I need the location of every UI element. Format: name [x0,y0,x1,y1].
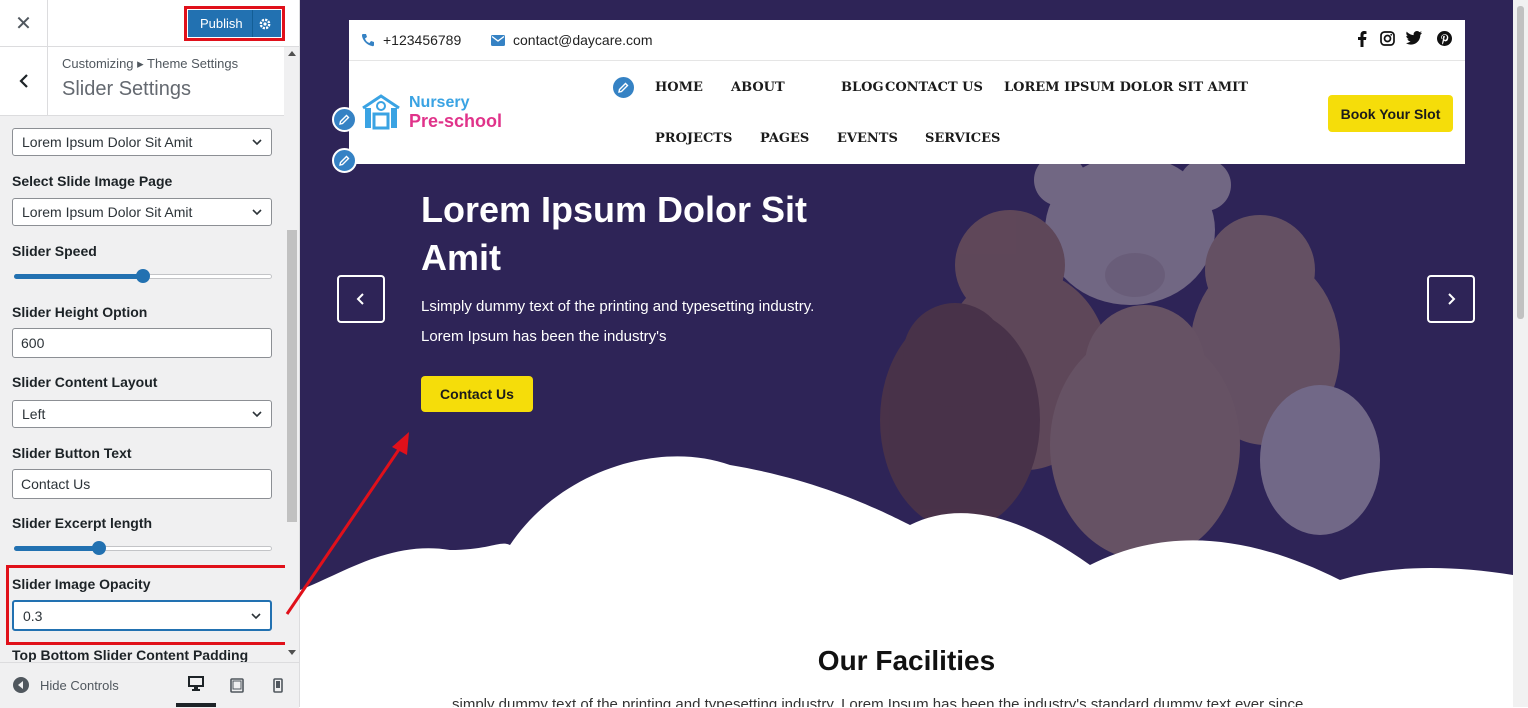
nav-pages[interactable]: PAGES [760,131,809,146]
customizer-sidebar: ✕ Publish Customizing ▸ Theme Settings S… [0,0,300,708]
site-preview: +123456789 contact@daycare.com Nursery P… [300,0,1513,707]
button-text-input[interactable]: Contact Us [12,469,272,499]
hide-controls-label: Hide Controls [40,677,119,693]
logo-line2: Pre-school [409,111,503,131]
hero-text-line1: Lsimply dummy text of the printing and t… [421,298,815,315]
nav-contact-us[interactable]: CONTACT US [885,80,983,95]
slider-prev-button[interactable] [337,275,385,323]
nav-home[interactable]: HOME [655,80,703,95]
customizer-header: ✕ Publish [0,0,299,47]
logo-line1: Nursery [409,94,470,111]
sidebar-scrollbar[interactable] [285,47,299,662]
opacity-highlight-box [6,565,288,645]
back-button[interactable] [0,47,48,115]
email-icon [491,34,505,46]
section-header: Customizing ▸ Theme Settings Slider Sett… [0,47,284,116]
edit-header-button[interactable] [332,148,357,173]
slider-speed-fill [14,274,144,279]
hero-title: Lorem Ipsum Dolor Sit Amit [421,189,808,278]
chevron-down-icon [252,209,262,216]
chevron-left-icon [18,74,28,88]
hide-controls-button[interactable]: Hide Controls [13,677,119,693]
gear-icon[interactable] [252,10,277,37]
site-header: +123456789 contact@daycare.com Nursery P… [349,20,1465,164]
pencil-icon [339,155,350,166]
facebook-icon[interactable] [1357,31,1367,47]
scroll-down-icon [288,650,296,655]
slide-image-page-select[interactable]: Lorem Ipsum Dolor Sit Amit [12,198,272,226]
pencil-icon [339,114,350,125]
chevron-down-icon [252,139,262,146]
breadcrumb: Customizing ▸ Theme Settings [62,56,239,71]
nav-projects[interactable]: PROJECTS [655,131,732,146]
edit-logo-button[interactable] [332,107,357,132]
phone-number: +123456789 [383,32,462,48]
slider-speed-handle[interactable] [136,269,150,283]
edit-menu-button[interactable] [611,75,636,100]
slider-height-input[interactable]: 600 [12,328,272,358]
preview-scrollbar-thumb[interactable] [1517,6,1524,319]
content-layout-label: Slider Content Layout [12,374,158,390]
slider-speed-range[interactable] [12,268,272,284]
hero-text-line2: Lorem Ipsum has been the industry's [421,328,667,345]
nav-about[interactable]: ABOUT [731,80,785,95]
email-info[interactable]: contact@daycare.com [491,32,653,48]
close-icon: ✕ [15,12,32,35]
chevron-right-icon [1448,293,1456,305]
publish-label: Publish [200,16,243,31]
previous-page-select[interactable]: Lorem Ipsum Dolor Sit Amit [12,128,272,156]
top-info-bar: +123456789 contact@daycare.com [349,20,1465,61]
excerpt-length-fill [14,546,100,551]
content-layout-value: Left [22,406,46,422]
hero-contact-button[interactable]: Contact Us [421,376,533,412]
content-padding-label: Top Bottom Slider Content Padding [12,647,249,662]
slide-image-page-label: Select Slide Image Page [12,173,173,189]
facilities-title: Our Facilities [817,645,996,676]
scroll-up-icon [288,51,296,56]
close-button[interactable]: ✕ [0,0,48,46]
nav-events[interactable]: EVENTS [837,131,898,146]
slider-next-button[interactable] [1427,275,1475,323]
mobile-icon [273,677,283,693]
pencil-icon [618,82,629,93]
preview-scrollbar[interactable] [1513,0,1528,707]
section-title: Slider Settings [62,78,191,100]
desktop-icon [188,675,204,691]
chevron-left-icon [356,293,364,305]
slider-height-label: Slider Height Option [12,304,148,320]
publish-button[interactable]: Publish [188,10,281,37]
excerpt-length-range[interactable] [12,540,272,556]
nav-services[interactable]: SERVICES [925,131,1000,146]
twitter-icon[interactable] [1406,31,1422,45]
book-slot-button[interactable]: Book Your Slot [1328,95,1453,132]
mobile-preview-button[interactable] [258,663,298,707]
school-building-icon [362,94,400,130]
tablet-preview-button[interactable] [217,663,257,707]
chevron-down-icon [252,411,262,418]
cloud-divider [300,456,1513,610]
previous-page-select-value: Lorem Ipsum Dolor Sit Amit [22,134,193,150]
sidebar-scrollbar-thumb[interactable] [287,230,297,522]
tablet-icon [230,677,244,693]
excerpt-length-label: Slider Excerpt length [12,515,153,531]
customizer-footer: Hide Controls [0,662,299,708]
slide-image-page-value: Lorem Ipsum Dolor Sit Amit [22,204,193,220]
phone-icon [362,34,374,47]
excerpt-length-handle[interactable] [92,541,106,555]
nav-blog[interactable]: BLOG [841,80,884,95]
phone-info[interactable]: +123456789 [361,32,461,48]
slider-speed-label: Slider Speed [12,243,97,259]
content-layout-select[interactable]: Left [12,400,272,428]
email-address: contact@daycare.com [513,32,653,48]
desktop-preview-button[interactable] [176,663,216,707]
instagram-icon[interactable] [1380,31,1395,46]
facilities-text: simply dummy text of the printing and ty… [452,696,1304,707]
nav-lorem[interactable]: LOREM IPSUM DOLOR SIT AMIT [1004,80,1248,95]
button-text-label: Slider Button Text [12,445,132,461]
pinterest-icon[interactable] [1437,31,1452,46]
collapse-icon [13,677,29,693]
